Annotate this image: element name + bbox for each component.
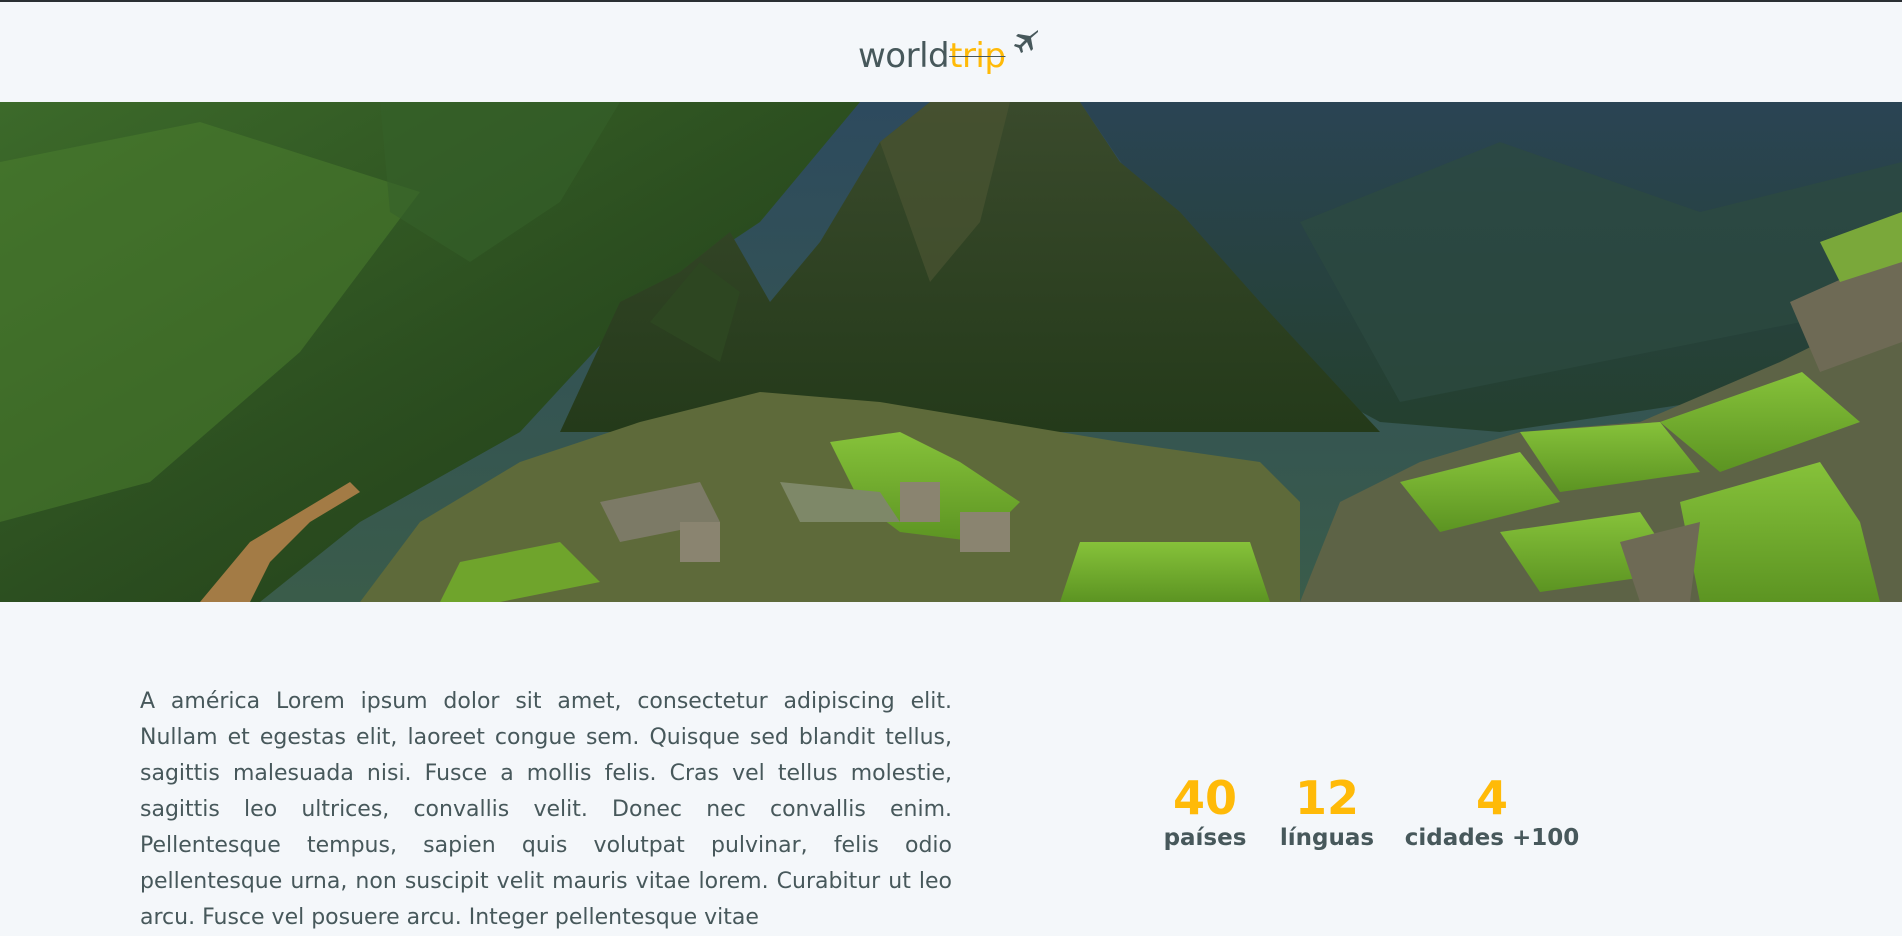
airplane-icon: [1014, 30, 1038, 53]
stat-countries: 40 países: [1150, 772, 1260, 852]
content-section: A américa Lorem ipsum dolor sit amet, co…: [0, 602, 1902, 936]
logo-text: worldtrip: [858, 36, 1006, 76]
machu-picchu-image: [0, 102, 1902, 602]
stat-countries-number: 40: [1172, 771, 1237, 825]
stats-group: 40 países 12 línguas 4 cidades +100: [1130, 772, 1590, 872]
stat-cities: 4 cidades +100: [1402, 772, 1582, 852]
continent-description: A américa Lorem ipsum dolor sit amet, co…: [140, 689, 952, 930]
site-header: worldtrip: [0, 2, 1902, 102]
stat-cities-number: 4: [1475, 771, 1508, 825]
hero-banner: [0, 102, 1902, 602]
stat-countries-label: países: [1163, 825, 1247, 851]
stat-languages-label: línguas: [1279, 825, 1375, 851]
stat-languages-number: 12: [1294, 771, 1359, 825]
worldtrip-logo[interactable]: worldtrip: [858, 26, 1048, 82]
stat-languages: 12 línguas: [1272, 772, 1382, 852]
stat-cities-label: cidades +100: [1404, 825, 1580, 851]
logo-world-text: world: [858, 36, 950, 76]
logo-trip-text: trip: [949, 36, 1006, 76]
